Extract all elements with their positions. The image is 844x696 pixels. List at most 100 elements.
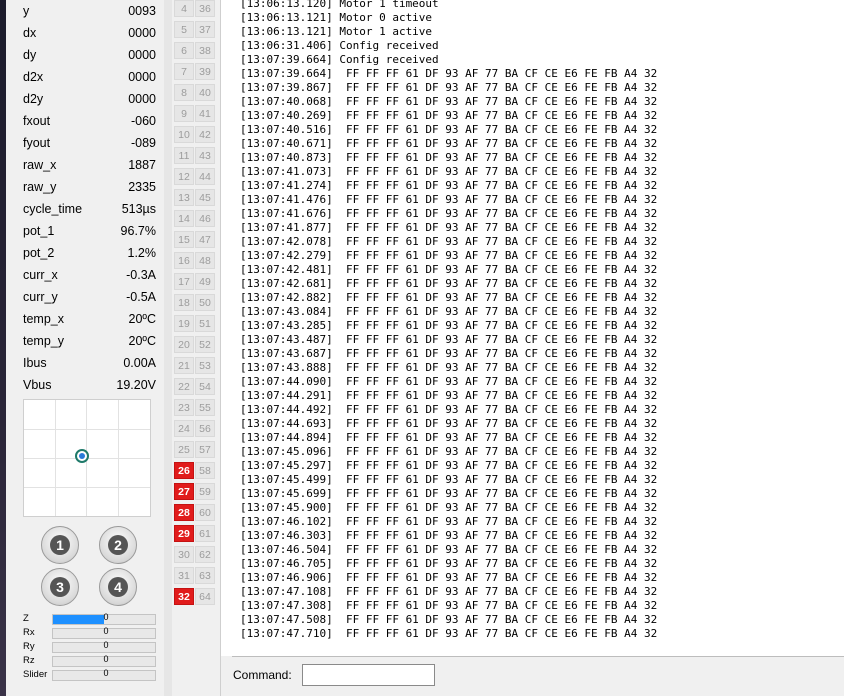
plot-gridline [24, 487, 150, 488]
button-led-grid: 4 36 5 37 6 38 7 39 8 40 9 41 10 42 11 43 12 44 13 45 14 46 15… [172, 0, 220, 696]
led-indicator: 20 [174, 336, 194, 353]
joystick-button-2[interactable]: 2 [99, 526, 137, 564]
log-line: [13:07:43.687] FF FF FF 61 DF 93 AF 77 B… [240, 347, 658, 360]
stat-row: fyout -089 [6, 132, 164, 154]
joystick-button-1[interactable]: 1 [41, 526, 79, 564]
stat-value: 20ºC [128, 334, 157, 348]
stat-row: temp_x 20ºC [6, 308, 164, 330]
telemetry-panel: y 0093 dx 0000 dy 0000 d2x 0000 d2y 0000 fxout -060… [6, 0, 164, 696]
axis-value: 0 [103, 640, 109, 650]
circled-number-icon: 3 [50, 577, 70, 597]
stat-label: y [23, 4, 30, 18]
led-indicator: 39 [195, 63, 215, 80]
stat-row: d2y 0000 [6, 88, 164, 110]
stat-label: fxout [23, 114, 51, 128]
stat-row: dx 0000 [6, 22, 164, 44]
stat-label: d2x [23, 70, 44, 84]
log-line: [13:07:40.269] FF FF FF 61 DF 93 AF 77 B… [240, 109, 658, 122]
log-line: [13:07:44.894] FF FF FF 61 DF 93 AF 77 B… [240, 431, 658, 444]
led-indicator: 24 [174, 420, 194, 437]
stats-list: y 0093 dx 0000 dy 0000 d2x 0000 d2y 0000 fxout -060… [6, 0, 164, 396]
command-label: Command: [233, 668, 292, 682]
stat-value: 96.7% [120, 224, 156, 238]
position-marker-icon [75, 449, 89, 463]
led-indicator: 18 [174, 294, 194, 311]
led-indicator: 42 [195, 126, 215, 143]
stat-value: 2335 [128, 180, 156, 194]
axis-value: 0 [103, 626, 109, 636]
led-indicator: 58 [195, 462, 215, 479]
log-line: [13:07:42.279] FF FF FF 61 DF 93 AF 77 B… [240, 249, 658, 262]
log-line: [13:07:45.499] FF FF FF 61 DF 93 AF 77 B… [240, 473, 658, 486]
stat-row: cycle_time 513µs [6, 198, 164, 220]
led-indicator: 53 [195, 357, 215, 374]
axis-value: 0 [103, 668, 109, 678]
plot-gridline [24, 429, 150, 430]
led-indicator: 8 [174, 84, 194, 101]
joystick-button-3[interactable]: 3 [41, 568, 79, 606]
log-line: [13:07:47.508] FF FF FF 61 DF 93 AF 77 B… [240, 613, 658, 626]
circled-number-icon: 4 [108, 577, 128, 597]
stat-value: 1.2% [127, 246, 157, 260]
led-indicator: 51 [195, 315, 215, 332]
led-indicator: 16 [174, 252, 194, 269]
circled-number-icon: 1 [50, 535, 70, 555]
stat-label: dy [23, 48, 37, 62]
led-indicator: 49 [195, 273, 215, 290]
stat-label: Ibus [23, 356, 47, 370]
axis-value: 0 [103, 612, 109, 622]
stat-row: Vbus 19.20V [6, 374, 164, 396]
log-line: [13:07:45.900] FF FF FF 61 DF 93 AF 77 B… [240, 501, 658, 514]
log-line: [13:07:41.073] FF FF FF 61 DF 93 AF 77 B… [240, 165, 658, 178]
log-divider [232, 656, 844, 657]
log-line: [13:07:47.108] FF FF FF 61 DF 93 AF 77 B… [240, 585, 658, 598]
led-indicator: 59 [195, 483, 215, 500]
axis-label: Rz [23, 655, 35, 666]
log-line: [13:07:39.867] FF FF FF 61 DF 93 AF 77 B… [240, 81, 658, 94]
led-indicator: 61 [195, 525, 215, 542]
axis-label: Ry [23, 641, 35, 652]
stat-row: d2x 0000 [6, 66, 164, 88]
led-indicator: 44 [195, 168, 215, 185]
stat-value: 0000 [128, 70, 156, 84]
led-indicator: 36 [195, 0, 215, 17]
log-line: [13:07:41.676] FF FF FF 61 DF 93 AF 77 B… [240, 207, 658, 220]
led-indicator: 48 [195, 252, 215, 269]
log-line: [13:07:47.710] FF FF FF 61 DF 93 AF 77 B… [240, 627, 658, 640]
axis-row: Rz 0 [6, 654, 164, 668]
led-indicator: 15 [174, 231, 194, 248]
led-indicator: 29 [174, 525, 194, 542]
log-line: [13:07:46.504] FF FF FF 61 DF 93 AF 77 B… [240, 543, 658, 556]
stat-row: pot_2 1.2% [6, 242, 164, 264]
stat-value: 19.20V [116, 378, 156, 392]
stat-value: 0.00A [123, 356, 156, 370]
led-indicator: 54 [195, 378, 215, 395]
command-input[interactable] [302, 664, 435, 686]
joystick-button-4[interactable]: 4 [99, 568, 137, 606]
axis-value: 0 [103, 654, 109, 664]
log-line: [13:07:45.096] FF FF FF 61 DF 93 AF 77 B… [240, 445, 658, 458]
led-indicator: 31 [174, 567, 194, 584]
stat-value: -089 [130, 136, 156, 150]
stat-label: d2y [23, 92, 44, 106]
log-line: [13:06:31.406] Config received [240, 39, 439, 52]
log-line: [13:07:41.476] FF FF FF 61 DF 93 AF 77 B… [240, 193, 658, 206]
log-line: [13:07:46.705] FF FF FF 61 DF 93 AF 77 B… [240, 557, 658, 570]
stat-label: pot_1 [23, 224, 55, 238]
led-indicator: 19 [174, 315, 194, 332]
led-indicator: 21 [174, 357, 194, 374]
led-indicator: 7 [174, 63, 194, 80]
log-line: [13:07:40.068] FF FF FF 61 DF 93 AF 77 B… [240, 95, 658, 108]
led-indicator: 13 [174, 189, 194, 206]
stat-value: 0000 [128, 48, 156, 62]
log-output[interactable]: [13:06:13.120] Motor 1 timeout [13:06:13.… [221, 0, 844, 656]
log-line: [13:07:40.873] FF FF FF 61 DF 93 AF 77 B… [240, 151, 658, 164]
axis-label: Slider [23, 669, 48, 680]
log-line: [13:07:44.291] FF FF FF 61 DF 93 AF 77 B… [240, 389, 658, 402]
led-indicator: 6 [174, 42, 194, 59]
led-indicator: 27 [174, 483, 194, 500]
log-line: [13:07:47.308] FF FF FF 61 DF 93 AF 77 B… [240, 599, 658, 612]
stat-row: raw_x 1887 [6, 154, 164, 176]
log-line: [13:07:43.487] FF FF FF 61 DF 93 AF 77 B… [240, 333, 658, 346]
stat-value: 0000 [128, 26, 156, 40]
